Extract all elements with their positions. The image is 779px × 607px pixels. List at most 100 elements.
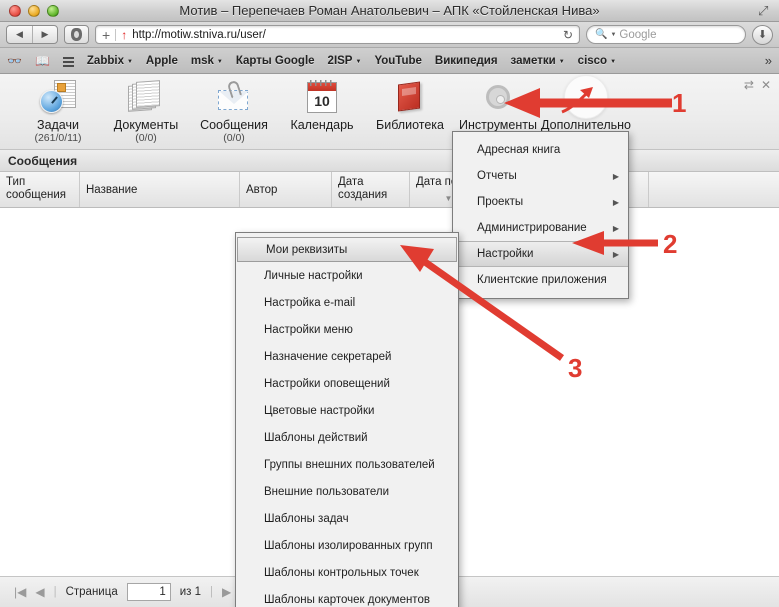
menu-item-address-book[interactable]: Адресная книга (453, 137, 628, 163)
submenu-item-external-users[interactable]: Внешние пользователи (236, 478, 458, 505)
submenu-item-document-card-templates[interactable]: Шаблоны карточек документов (236, 586, 458, 607)
toolbar-item-dokumenty[interactable]: Документы (0/0) (102, 74, 190, 144)
toolbar-item-label: Календарь (290, 118, 354, 132)
annotation-number-1: 1 (672, 88, 687, 118)
annotation-number-3: 3 (568, 353, 583, 383)
next-page-button[interactable]: ▶ (222, 585, 231, 599)
submenu-arrow-icon: ▶ (612, 249, 619, 259)
column-header-name[interactable]: Название (80, 172, 240, 207)
menu-item-reports[interactable]: Отчеты ▶ (453, 163, 628, 189)
submenu-item-label: Настройки оповещений (264, 377, 390, 390)
menu-item-label: Проекты (477, 196, 524, 208)
submenu-item-menu-settings[interactable]: Настройки меню (236, 316, 458, 343)
submenu-item-task-templates[interactable]: Шаблоны задач (236, 505, 458, 532)
window-title: Мотив – Перепечаев Роман Анатольевич – А… (179, 2, 600, 18)
submenu-item-external-user-groups[interactable]: Группы внешних пользователей (236, 451, 458, 478)
submenu-item-secretary-assignment[interactable]: Назначение секретарей (236, 343, 458, 370)
column-header-blank-2[interactable] (649, 172, 779, 207)
grid-icon[interactable] (62, 56, 74, 67)
annotation-number-2: 2 (663, 229, 678, 259)
submenu-item-my-details[interactable]: Мои реквизиты (237, 237, 457, 262)
column-header-created[interactable]: Дата создания (332, 172, 410, 207)
submenu-item-personal-settings[interactable]: Личные настройки (236, 262, 458, 289)
swap-icon[interactable]: ⇄ (744, 78, 754, 92)
submenu-item-label: Внешние пользователи (264, 485, 390, 498)
search-placeholder: Google (619, 28, 657, 41)
reader-view-icon[interactable] (64, 25, 89, 44)
pager-divider: | (53, 586, 57, 598)
url-divider (115, 28, 117, 41)
submenu-item-action-templates[interactable]: Шаблоны действий (236, 424, 458, 451)
bookmark-label: заметки (510, 54, 556, 67)
submenu-item-label: Настройка e-mail (264, 296, 356, 309)
page-number-input[interactable]: 1 (126, 583, 171, 601)
tools-dropdown-menu: Адресная книга Отчеты ▶ Проекты ▶ Админи… (452, 131, 629, 299)
submenu-item-email-settings[interactable]: Настройка e-mail (236, 289, 458, 316)
submenu-item-isolated-group-templates[interactable]: Шаблоны изолированных групп (236, 532, 458, 559)
reload-icon[interactable]: ↻ (563, 28, 573, 42)
column-label-line1: Название (86, 184, 138, 196)
mail-messages-icon (216, 78, 252, 116)
menu-item-label: Клиентские приложения (477, 274, 607, 286)
address-bar[interactable]: + ↑ http://motiw.stniva.ru/user/ ↻ (95, 25, 580, 44)
bookmark-karty-google[interactable]: Карты Google (236, 55, 315, 67)
submenu-item-label: Группы внешних пользователей (264, 458, 435, 471)
bookmarks-bar: 👓 📖 Zabbix ▼ Apple msk ▼ Карты Google 2ISP… (0, 48, 779, 74)
bookmark-youtube[interactable]: YouTube (374, 55, 421, 67)
bookmark-zabbix[interactable]: Zabbix ▼ (87, 55, 133, 67)
submenu-item-label: Настройки меню (264, 323, 353, 336)
red-arrow-up-icon: ↑ (121, 27, 128, 42)
column-label-line2: создания (338, 189, 388, 201)
menu-item-label: Адресная книга (477, 144, 561, 156)
submenu-item-checkpoint-templates[interactable]: Шаблоны контрольных точек (236, 559, 458, 586)
toolbar-item-counter: (0/0) (135, 132, 157, 144)
prev-page-button[interactable]: ◀ (35, 585, 44, 599)
menu-item-client-apps[interactable]: Клиентские приложения (453, 267, 628, 293)
menu-item-settings[interactable]: Настройки ▶ (453, 241, 628, 267)
bookmark-2isp[interactable]: 2ISP ▼ (328, 55, 362, 67)
calendar-icon: 10 (307, 78, 337, 116)
book-icon[interactable]: 📖 (35, 54, 50, 68)
window-titlebar: Мотив – Перепечаев Роман Анатольевич – А… (0, 0, 779, 22)
bookmark-apple[interactable]: Apple (146, 55, 178, 67)
bookmark-zametki[interactable]: заметки ▼ (511, 55, 565, 67)
glasses-icon[interactable]: 👓 (7, 54, 22, 68)
fullscreen-arrows-icon[interactable]: ⤢ (758, 4, 772, 18)
bookmark-cisco[interactable]: cisco ▼ (578, 55, 616, 67)
back-arrow-icon[interactable]: ◀ (7, 26, 32, 43)
chevron-down-icon[interactable]: ▼ (610, 32, 616, 38)
submenu-item-label: Шаблоны изолированных групп (264, 539, 433, 552)
column-label-line1: Автор (246, 184, 278, 196)
bookmark-label: cisco (577, 54, 608, 67)
search-input[interactable]: 🔍 ▼ Google (586, 25, 746, 44)
first-page-button[interactable]: |◀ (14, 585, 26, 599)
download-arrow-icon[interactable]: ⬇ (752, 24, 773, 45)
column-label-line2: сообщения (6, 189, 66, 201)
submenu-item-label: Шаблоны контрольных точек (264, 566, 419, 579)
column-header-author[interactable]: Автор (240, 172, 332, 207)
bookmark-wikipedia[interactable]: Википедия (435, 55, 498, 67)
add-bookmark-icon[interactable]: + (102, 27, 110, 43)
page-label: Страница (65, 586, 118, 598)
menu-item-projects[interactable]: Проекты ▶ (453, 189, 628, 215)
forward-arrow-icon[interactable]: ▶ (32, 26, 57, 43)
chevron-down-icon: ▼ (610, 58, 617, 65)
submenu-item-notification-settings[interactable]: Настройки оповещений (236, 370, 458, 397)
toolbar-item-label: Задачи (37, 118, 79, 132)
submenu-item-color-settings[interactable]: Цветовые настройки (236, 397, 458, 424)
close-icon[interactable]: ✕ (761, 78, 771, 92)
bookmarks-overflow-icon[interactable]: » (765, 53, 772, 68)
column-header-type[interactable]: Тип сообщения (0, 172, 80, 207)
pager-divider: | (210, 586, 214, 598)
toolbar-item-biblioteka[interactable]: Библиотека (366, 74, 454, 132)
bookmark-label: YouTube (374, 54, 422, 67)
menu-item-administration[interactable]: Администрирование ▶ (453, 215, 628, 241)
toolbar-item-soobshcheniya[interactable]: Сообщения (0/0) (190, 74, 278, 144)
toolbar-item-kalendar[interactable]: 10 Календарь (278, 74, 366, 132)
bookmark-msk[interactable]: msk ▼ (191, 55, 223, 67)
browser-window: Мотив – Перепечаев Роман Анатольевич – А… (0, 0, 779, 607)
toolbar-item-zadachi[interactable]: Задачи (261/0/11) (14, 74, 102, 144)
toolbar-item-dopolnitelno[interactable]: Дополнительно (541, 74, 631, 132)
menu-item-label: Администрирование (477, 222, 587, 234)
toolbar-item-instrumenty[interactable]: Инструменты (454, 74, 542, 132)
